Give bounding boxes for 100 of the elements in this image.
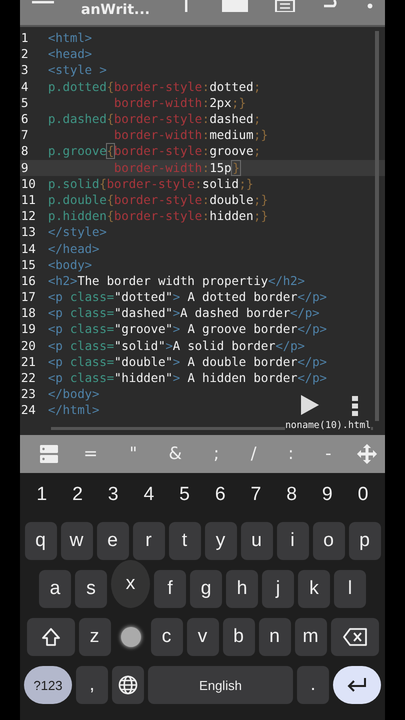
shift-key[interactable]	[26, 618, 74, 656]
letter-key[interactable]: c	[150, 618, 182, 656]
period-key[interactable]: .	[297, 666, 329, 704]
letter-key[interactable]: m	[294, 618, 326, 656]
code-line: </body>	[48, 387, 100, 402]
app-title: anWrit...	[81, 2, 150, 18]
code-line: border-width:medium;}	[113, 128, 268, 142]
enter-icon	[347, 678, 367, 692]
line-number: 13	[20, 225, 37, 240]
line-number: 8	[20, 144, 30, 158]
code-line: border-width:15p}	[113, 160, 240, 175]
line-number: 11	[20, 192, 37, 207]
number-key[interactable]: 4	[138, 482, 160, 506]
letter-key[interactable]: k	[298, 570, 330, 608]
line-number: 22	[20, 371, 37, 386]
letter-key[interactable]: z	[78, 618, 110, 656]
number-key[interactable]: 2	[66, 482, 89, 506]
number-key[interactable]: 8	[280, 482, 303, 506]
letter-key[interactable]: h	[226, 570, 258, 608]
line-number: 23	[20, 387, 37, 402]
play-icon[interactable]	[300, 394, 320, 416]
code-line: <p class="solid">A solid border</p>	[48, 338, 305, 353]
space-key[interactable]: English	[148, 666, 293, 704]
letter-key[interactable]: s	[75, 570, 107, 608]
code-line: <head>	[48, 47, 92, 62]
symbols-key[interactable]: ?123	[24, 666, 72, 704]
code-line: <p class="dashed">A dashed border</p>	[48, 306, 320, 320]
code-line: </style>	[48, 225, 107, 240]
line-number: 6	[20, 112, 30, 126]
code-editor[interactable]	[20, 27, 385, 435]
code-line: </head>	[48, 242, 100, 256]
letter-key[interactable]: n	[258, 618, 290, 656]
letter-key[interactable]: l	[334, 570, 366, 608]
key-preview[interactable]: x	[111, 560, 150, 608]
code-line: p.double{border-style:double;}	[48, 192, 268, 207]
language-key[interactable]	[112, 666, 144, 704]
globe-icon	[118, 675, 138, 695]
line-number: 17	[20, 290, 37, 304]
letter-key[interactable]: p	[348, 522, 380, 560]
number-key[interactable]: 7	[244, 482, 268, 506]
code-line: border-width:2px;}	[113, 96, 246, 110]
code-line: <html>	[48, 31, 92, 46]
line-number: 18	[20, 306, 37, 320]
letter-key[interactable]: r	[132, 522, 164, 560]
line-number: 1	[20, 31, 30, 46]
code-line: <h2>The border width propertiy</h2>	[48, 274, 305, 288]
letter-key[interactable]: a	[39, 570, 71, 608]
move-icon[interactable]	[356, 444, 377, 464]
number-key[interactable]: 6	[208, 482, 232, 506]
line-number: 16	[20, 274, 37, 288]
code-line: <p class="groove"> A groove border</p>	[48, 322, 327, 336]
number-key[interactable]: 9	[316, 482, 339, 506]
letter-key[interactable]: g	[190, 570, 222, 608]
letter-key[interactable]: f	[154, 570, 186, 608]
line-number: 15	[20, 258, 37, 272]
scrollbar[interactable]	[375, 31, 379, 421]
enter-key[interactable]	[333, 666, 381, 704]
line-number: 9	[20, 160, 30, 175]
letter-key[interactable]: w	[60, 522, 92, 560]
number-key[interactable]: 1	[30, 482, 54, 506]
number-key[interactable]: 3	[102, 482, 124, 506]
line-number: 24	[20, 403, 37, 418]
shift-icon	[40, 627, 60, 647]
backspace-key[interactable]	[330, 618, 378, 656]
more-icon[interactable]	[352, 396, 358, 416]
line-number: 20	[20, 338, 37, 353]
line-number: 7	[20, 128, 30, 142]
code-line: <style >	[48, 63, 107, 78]
document-icon[interactable]	[274, 0, 295, 12]
code-line: p.solid{border-style:solid;}	[48, 176, 254, 191]
letter-key[interactable]: j	[262, 570, 294, 608]
letter-key[interactable]: e	[96, 522, 128, 560]
code-line: p.dotted{border-style:dotted;	[48, 80, 261, 94]
line-number: 10	[20, 176, 37, 191]
line-number: 19	[20, 322, 37, 336]
comma-key[interactable]: ,	[76, 666, 108, 704]
letter-key[interactable]: v	[186, 618, 218, 656]
letter-key[interactable]: o	[312, 522, 344, 560]
letter-key[interactable]: u	[240, 522, 272, 560]
line-number: 2	[20, 47, 30, 62]
line-number: 5	[20, 96, 30, 110]
letter-key[interactable]: t	[168, 522, 200, 560]
file-name: noname(10).html	[285, 420, 371, 431]
code-line: </html>	[48, 403, 100, 418]
line-number: 14	[20, 242, 37, 256]
line-number: 21	[20, 354, 37, 369]
number-key[interactable]: 0	[352, 482, 374, 506]
letter-key[interactable]: y	[204, 522, 236, 560]
line-number: 4	[20, 80, 30, 94]
code-line: <body>	[48, 258, 92, 272]
letter-key[interactable]: b	[222, 618, 254, 656]
number-key[interactable]: 5	[173, 482, 196, 506]
code-line: p.dashed{border-style:dashed;	[48, 112, 261, 126]
line-number: 3	[20, 63, 30, 78]
letter-key[interactable]: q	[24, 522, 56, 560]
code-line: <p class="double"> A double border</p>	[48, 354, 327, 369]
code-line: p.groove{border-style:groove;	[48, 144, 261, 158]
storage-icon[interactable]	[40, 445, 58, 463]
letter-key[interactable]: i	[276, 522, 308, 560]
line-number: 12	[20, 209, 37, 224]
